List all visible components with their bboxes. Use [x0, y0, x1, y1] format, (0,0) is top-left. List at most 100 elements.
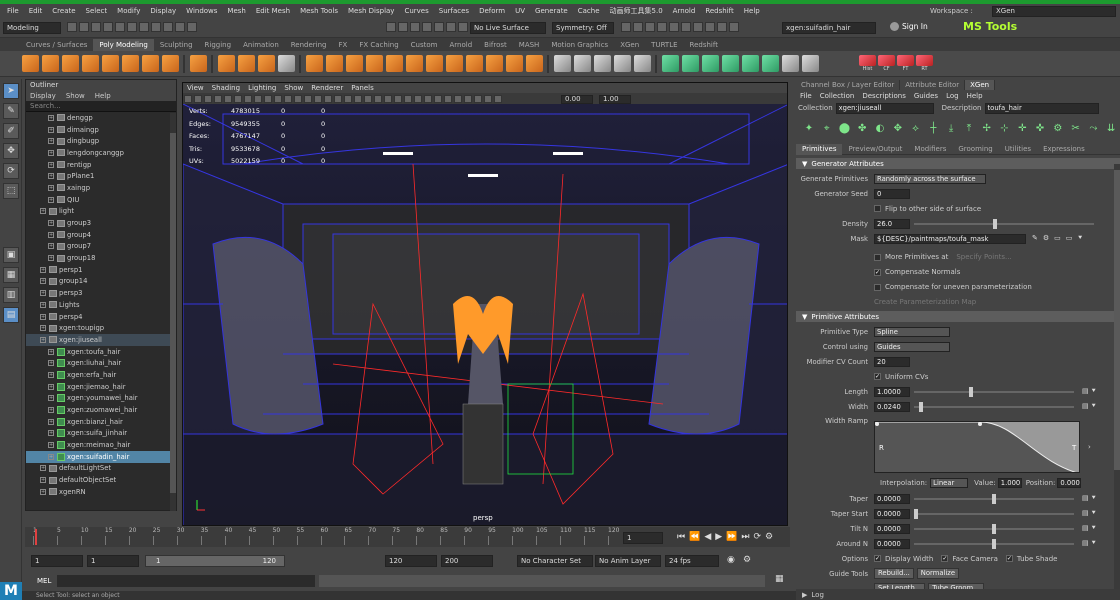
- viewport-tool-icon[interactable]: [214, 94, 222, 103]
- flip-checkbox[interactable]: [874, 205, 881, 213]
- viewport-tool-icon[interactable]: [484, 94, 492, 103]
- current-time-indicator[interactable]: [35, 529, 37, 545]
- expand-toggle-icon[interactable]: +: [48, 114, 54, 121]
- viewport-tool-icon[interactable]: [264, 94, 272, 103]
- play-icon[interactable]: ▶: [715, 532, 722, 542]
- expand-toggle-icon[interactable]: +: [48, 126, 54, 133]
- scale-tool-icon[interactable]: ⬚: [3, 183, 19, 199]
- viewport-menu-item[interactable]: View: [187, 84, 204, 92]
- new-scene-icon[interactable]: [67, 22, 77, 32]
- menu-item[interactable]: Deform: [474, 7, 510, 15]
- outliner-menu-item[interactable]: Show: [66, 92, 85, 100]
- panel-tab[interactable]: Attribute Editor: [900, 80, 966, 90]
- xgen-tool-icon[interactable]: ⤒: [962, 121, 976, 136]
- length-field[interactable]: 1.0000: [874, 386, 910, 397]
- snap-grid-icon[interactable]: [163, 22, 173, 32]
- redo-icon[interactable]: [115, 22, 125, 32]
- expand-toggle-icon[interactable]: +: [48, 395, 54, 402]
- shelf-tool-icon[interactable]: [781, 55, 799, 72]
- shelf-tab[interactable]: XGen: [614, 39, 645, 51]
- viewport-tool-icon[interactable]: [294, 94, 302, 103]
- construction-history-icon[interactable]: [446, 22, 456, 32]
- viewport-tool-icon[interactable]: [274, 94, 282, 103]
- width-knob[interactable]: [918, 401, 923, 412]
- viewport-menu-item[interactable]: Renderer: [311, 84, 343, 92]
- around-expression-icon[interactable]: ▤ ⯆: [1082, 539, 1096, 548]
- outliner-item[interactable]: + denggp: [26, 112, 176, 124]
- outliner-item[interactable]: + pPlane1: [26, 170, 176, 182]
- outliner-item[interactable]: + xgen:liuhai_hair: [26, 357, 176, 369]
- ramp-point[interactable]: [978, 421, 982, 426]
- shelf-tool-icon[interactable]: [41, 55, 59, 72]
- tube-shade-checkbox[interactable]: ✓: [1005, 555, 1013, 563]
- outliner-item[interactable]: + lengdongcanggp: [26, 147, 176, 159]
- menu-item[interactable]: Edit Mesh: [251, 7, 295, 15]
- outliner-scrollbar[interactable]: [170, 113, 176, 511]
- xgen-tool-icon[interactable]: ✥: [891, 121, 905, 136]
- expand-toggle-icon[interactable]: +: [48, 149, 54, 156]
- menu-item[interactable]: Curves: [399, 7, 433, 15]
- time-slider[interactable]: 1510152025303540455055606570758085909510…: [25, 527, 790, 547]
- taper-expression-icon[interactable]: ▤ ⯆: [1082, 494, 1096, 503]
- expand-toggle-icon[interactable]: +: [40, 325, 46, 332]
- viewport-tool-icon[interactable]: [494, 94, 502, 103]
- menu-item[interactable]: UV: [510, 7, 530, 15]
- step-back-icon[interactable]: ◀: [704, 532, 711, 542]
- outliner-item[interactable]: + xgen:erfa_hair: [26, 369, 176, 381]
- io-icon[interactable]: [434, 22, 444, 32]
- viewport-tool-icon[interactable]: [464, 94, 472, 103]
- expand-toggle-icon[interactable]: +: [48, 383, 54, 390]
- width-field[interactable]: 0.0240: [874, 401, 910, 412]
- menu-item[interactable]: Generate: [530, 7, 573, 15]
- expand-toggle-icon[interactable]: +: [40, 336, 46, 343]
- shelf-tool-icon[interactable]: [661, 55, 679, 72]
- xgen-tool-icon[interactable]: ⌖: [820, 121, 834, 136]
- fps-dropdown[interactable]: 24 fps: [665, 555, 719, 567]
- loop-icon[interactable]: ⟳: [754, 532, 762, 542]
- xgen-tool-icon[interactable]: ✜: [1033, 121, 1047, 136]
- expand-toggle-icon[interactable]: +: [40, 313, 46, 320]
- rebuild-button[interactable]: Rebuild...: [874, 568, 914, 580]
- shelf-tool-icon[interactable]: [161, 55, 179, 72]
- outliner-item[interactable]: + persp4: [26, 311, 176, 323]
- viewport-tool-icon[interactable]: [304, 94, 312, 103]
- interpolation-dropdown[interactable]: Linear: [930, 477, 969, 488]
- tilt-field[interactable]: 0.0000: [874, 523, 910, 534]
- expand-toggle-icon[interactable]: +: [40, 465, 46, 472]
- ramp-expand-icon[interactable]: ›: [1088, 443, 1091, 451]
- compensate-normals-checkbox[interactable]: ✓: [874, 268, 881, 276]
- ft-button[interactable]: FT: [897, 55, 914, 72]
- snap-view-icon[interactable]: [386, 22, 396, 32]
- viewport-panel[interactable]: View Shading Lighting Show Renderer Panels 0.…: [182, 82, 788, 526]
- outliner-item[interactable]: + group7: [26, 241, 176, 253]
- viewport-tool-icon[interactable]: [384, 94, 392, 103]
- shelf-tool-icon[interactable]: [445, 55, 463, 72]
- outliner-item[interactable]: + dingbugp: [26, 135, 176, 147]
- shelf-tool-icon[interactable]: [21, 55, 39, 72]
- xgen-tool-icon[interactable]: ┼: [926, 121, 940, 136]
- playback-end-field[interactable]: 120: [385, 555, 437, 567]
- menu-item[interactable]: Edit: [24, 7, 48, 15]
- ramp-position-field[interactable]: 0.000: [1057, 477, 1082, 488]
- shelf-tool-icon[interactable]: [237, 55, 255, 72]
- xgen-tool-icon[interactable]: ⚙: [1051, 121, 1065, 136]
- taper-start-slider[interactable]: [914, 508, 1074, 519]
- viewport-tool-icon[interactable]: [344, 94, 352, 103]
- expand-toggle-icon[interactable]: +: [48, 184, 54, 191]
- shelf-tab[interactable]: TURTLE: [645, 39, 683, 51]
- mel-input[interactable]: [57, 575, 315, 587]
- outliner-item[interactable]: + xgen:zuomawei_hair: [26, 404, 176, 416]
- menu-item[interactable]: Arnold: [668, 7, 701, 15]
- outliner-item[interactable]: + xgen:youmawei_hair: [26, 393, 176, 405]
- outliner-item[interactable]: + defaultObjectSet: [26, 474, 176, 486]
- open-scene-icon[interactable]: [79, 22, 89, 32]
- viewport-tool-icon[interactable]: [244, 94, 252, 103]
- expand-toggle-icon[interactable]: +: [48, 453, 54, 460]
- outliner-menu-item[interactable]: Display: [30, 92, 56, 100]
- expand-toggle-icon[interactable]: +: [48, 430, 54, 437]
- expand-toggle-icon[interactable]: +: [48, 231, 54, 238]
- menu-item[interactable]: Windows: [181, 7, 222, 15]
- xgen-subtab[interactable]: Primitives: [796, 143, 843, 155]
- gamma-field[interactable]: 1.00: [599, 95, 631, 104]
- outliner-item[interactable]: + xgen:toufa_hair: [26, 346, 176, 358]
